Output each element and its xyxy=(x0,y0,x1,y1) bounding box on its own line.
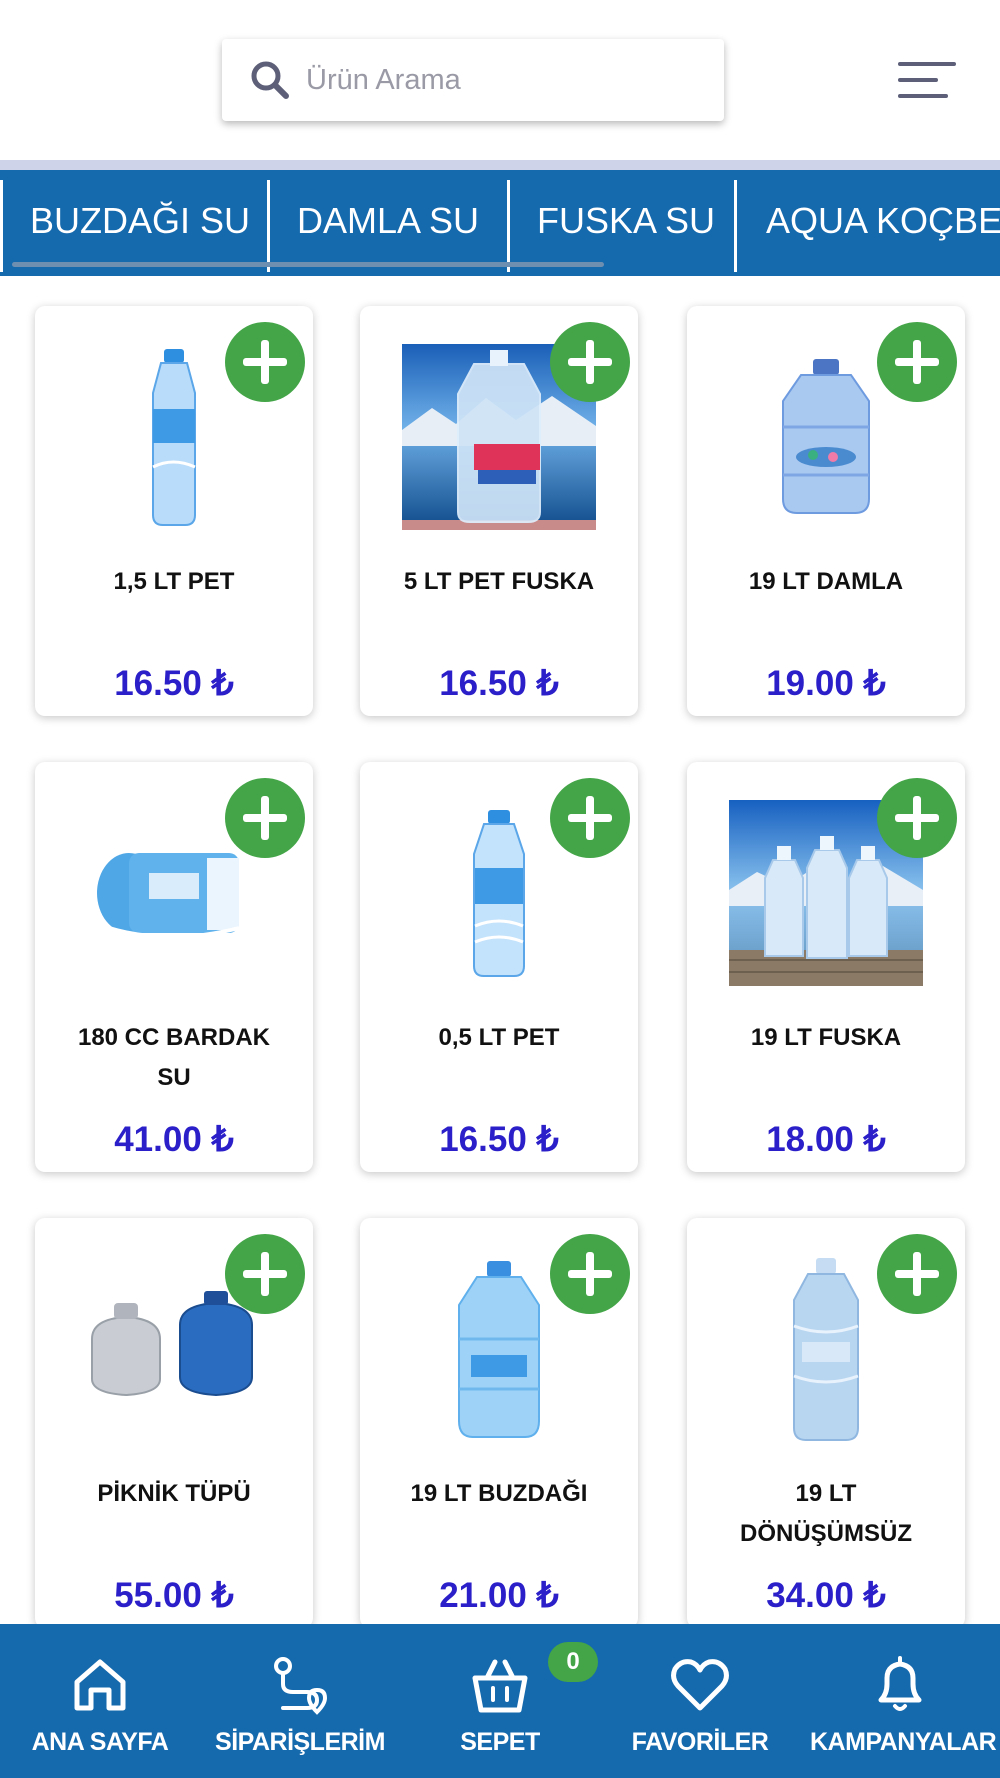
product-price: 55.00 ₺ xyxy=(114,1576,234,1615)
product-price: 16.50 ₺ xyxy=(439,1120,559,1159)
category-tab-buzdagi[interactable]: BUZDAĞI SU xyxy=(30,170,250,276)
nav-label: ANA SAYFA xyxy=(31,1728,169,1756)
category-separator xyxy=(734,180,737,272)
product-card[interactable]: PİKNİK TÜPÜ 55.00 ₺ xyxy=(35,1218,313,1628)
add-to-cart-button[interactable] xyxy=(550,778,630,858)
product-card[interactable]: 19 LT DÖNÜŞÜMSÜZ 34.00 ₺ xyxy=(687,1218,965,1628)
header xyxy=(0,0,1000,160)
cup-pack-image xyxy=(97,853,240,939)
bottle-image xyxy=(473,810,525,977)
product-name: 5 LT PET FUSKA xyxy=(403,568,595,595)
cart-count-badge: 0 xyxy=(548,1642,598,1682)
route-icon xyxy=(274,1657,328,1715)
product-name: 1,5 LT PET xyxy=(113,568,235,595)
product-price: 21.00 ₺ xyxy=(439,1576,559,1615)
product-name: 19 LT BUZDAĞI xyxy=(410,1480,588,1507)
product-name: 19 LT DAMLA xyxy=(748,568,904,595)
add-to-cart-button[interactable] xyxy=(225,322,305,402)
gas-canisters-image xyxy=(91,1291,253,1397)
product-card[interactable]: 1,5 LT PET 16.50 ₺ xyxy=(35,306,313,716)
carboy-image xyxy=(458,1261,540,1438)
category-bar[interactable]: BUZDAĞI SU DAMLA SU FUSKA SU AQUA KOÇBEY xyxy=(0,170,1000,276)
category-tab-aqua-kocbey[interactable]: AQUA KOÇBEY xyxy=(766,170,1000,276)
menu-icon[interactable] xyxy=(896,58,958,102)
product-card[interactable]: 19 LT DAMLA 19.00 ₺ xyxy=(687,306,965,716)
category-separator xyxy=(267,180,270,272)
heart-icon xyxy=(671,1659,729,1711)
nav-label: SİPARİŞLERİM xyxy=(215,1728,385,1756)
add-to-cart-button[interactable] xyxy=(877,322,957,402)
product-price: 19.00 ₺ xyxy=(766,664,886,703)
home-icon xyxy=(74,1659,126,1711)
category-scrollbar[interactable] xyxy=(12,262,604,267)
carboy-image xyxy=(782,359,870,514)
add-to-cart-button[interactable] xyxy=(550,1234,630,1314)
search-box[interactable] xyxy=(222,39,724,121)
search-input[interactable] xyxy=(306,63,686,97)
product-price: 16.50 ₺ xyxy=(114,664,234,703)
category-separator xyxy=(0,180,3,272)
category-separator xyxy=(507,180,510,272)
nav-item-cart[interactable]: SEPET xyxy=(430,1624,570,1778)
add-to-cart-button[interactable] xyxy=(225,1234,305,1314)
nav-item-campaigns[interactable]: KAMPANYALAR xyxy=(810,1624,997,1778)
tall-jug-image xyxy=(793,1258,859,1441)
product-price: 34.00 ₺ xyxy=(766,1576,886,1615)
bell-icon xyxy=(878,1656,922,1711)
product-card[interactable]: 180 CC BARDAK SU 41.00 ₺ xyxy=(35,762,313,1172)
product-name: PİKNİK TÜPÜ xyxy=(97,1480,251,1507)
nav-item-favorites[interactable]: FAVORİLER xyxy=(630,1624,770,1778)
product-card[interactable]: 5 LT PET FUSKA 16.50 ₺ xyxy=(360,306,638,716)
nav-item-orders[interactable]: SİPARİŞLERİM xyxy=(215,1624,385,1778)
category-tab-fuska[interactable]: FUSKA SU xyxy=(537,170,715,276)
add-to-cart-button[interactable] xyxy=(550,322,630,402)
nav-label: SEPET xyxy=(460,1728,540,1756)
category-top-border xyxy=(0,160,1000,170)
nav-label: KAMPANYALAR xyxy=(810,1728,997,1756)
product-name: 180 CC BARDAK SU xyxy=(77,1024,271,1091)
nav-item-home[interactable]: ANA SAYFA xyxy=(30,1624,170,1778)
category-tab-damla[interactable]: DAMLA SU xyxy=(297,170,479,276)
product-price: 41.00 ₺ xyxy=(114,1120,234,1159)
bottom-nav: ANA SAYFA SİPARİŞLERİM SEPET FAVORİLER K… xyxy=(0,1624,1000,1778)
product-price: 16.50 ₺ xyxy=(439,664,559,703)
add-to-cart-button[interactable] xyxy=(877,778,957,858)
add-to-cart-button[interactable] xyxy=(877,1234,957,1314)
search-icon xyxy=(251,61,289,99)
nav-label: FAVORİLER xyxy=(631,1728,769,1756)
add-to-cart-button[interactable] xyxy=(225,778,305,858)
product-price: 18.00 ₺ xyxy=(766,1120,886,1159)
product-name: 19 LT FUSKA xyxy=(750,1024,902,1051)
bottle-image xyxy=(152,349,196,526)
product-card[interactable]: 0,5 LT PET 16.50 ₺ xyxy=(360,762,638,1172)
product-card[interactable]: 19 LT FUSKA 18.00 ₺ xyxy=(687,762,965,1172)
basket-icon xyxy=(472,1659,528,1713)
product-name: 0,5 LT PET xyxy=(438,1024,560,1051)
product-card[interactable]: 19 LT BUZDAĞI 21.00 ₺ xyxy=(360,1218,638,1628)
product-name: 19 LT DÖNÜŞÜMSÜZ xyxy=(740,1480,912,1547)
